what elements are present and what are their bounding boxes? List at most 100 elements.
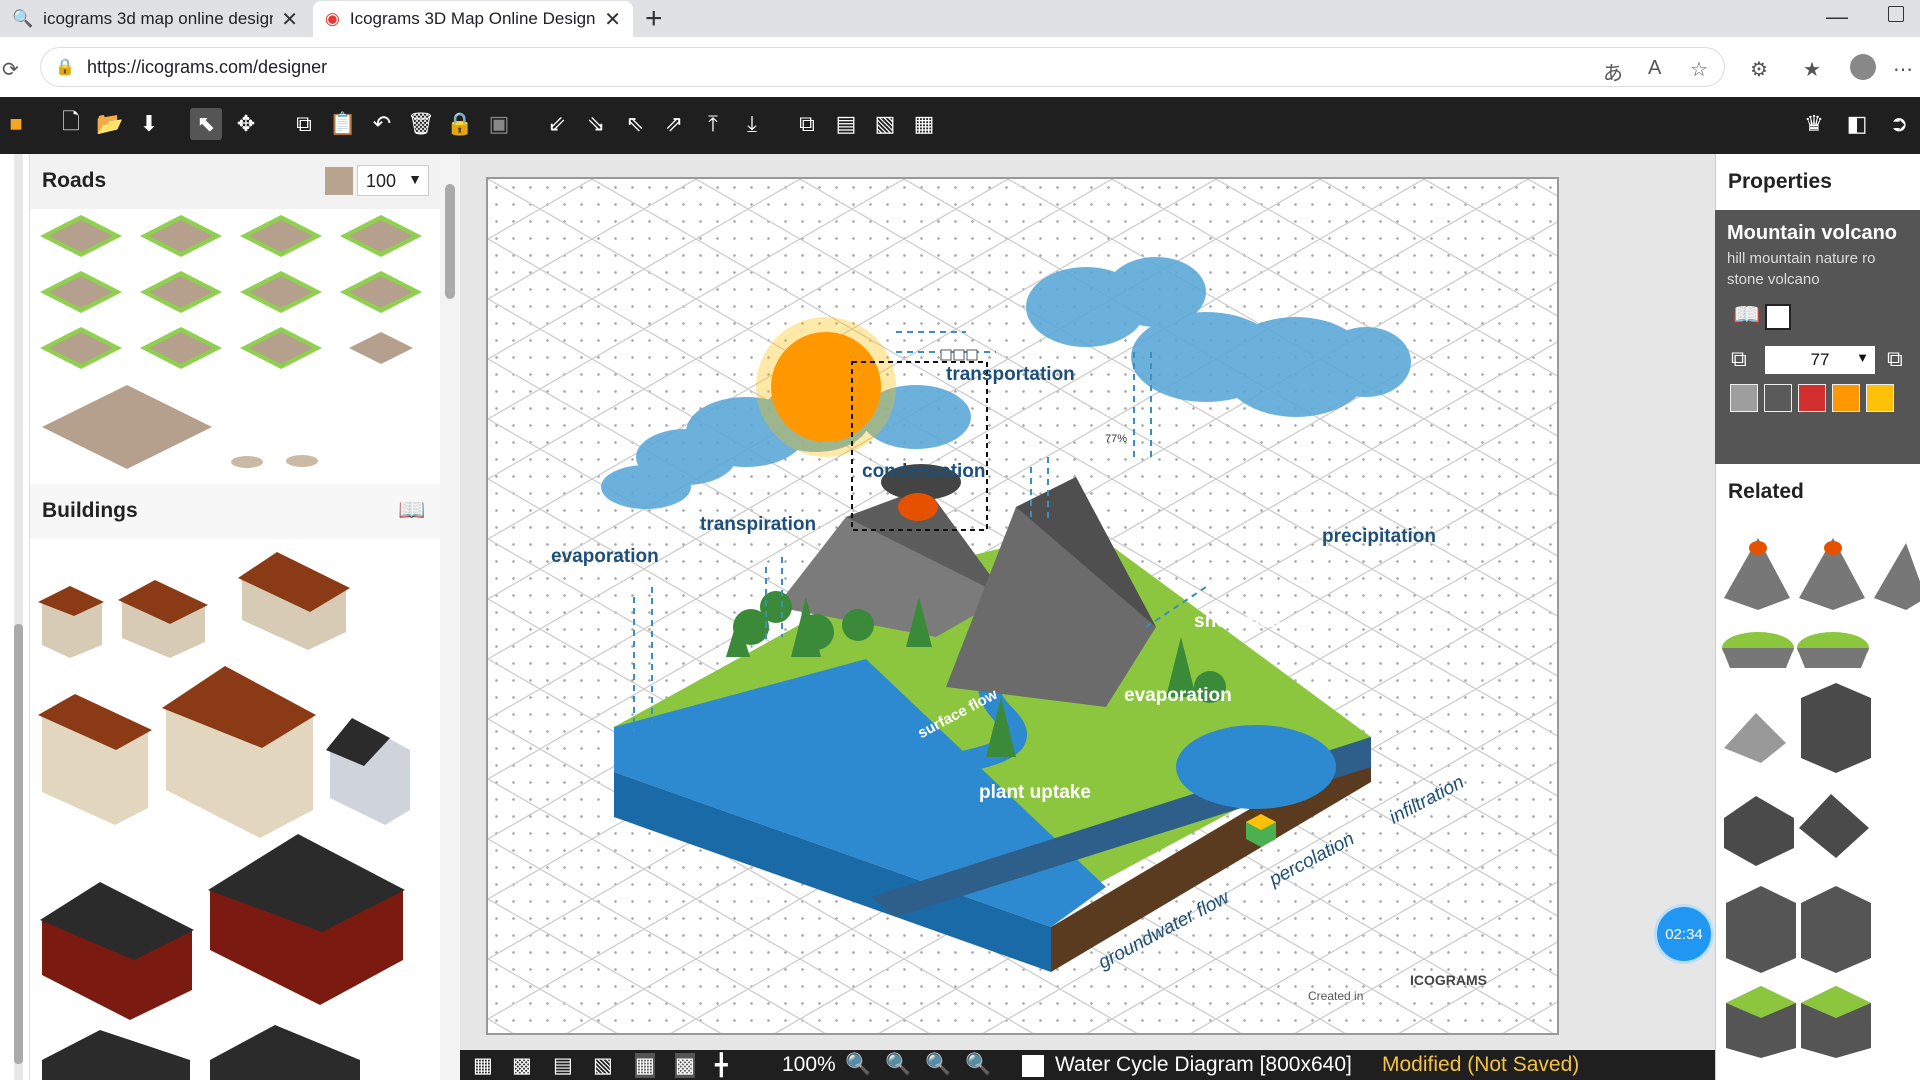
label-plant-uptake[interactable]: plant uptake xyxy=(979,782,1091,804)
grid-iso-dense-icon[interactable]: ▩ xyxy=(675,1053,695,1078)
related-mountain[interactable] xyxy=(1874,543,1920,610)
send-back-icon[interactable]: ▤ xyxy=(830,108,862,140)
building-house[interactable] xyxy=(238,552,350,650)
send-backward-icon[interactable]: ▦ xyxy=(908,108,940,140)
label-evaporation-mountain[interactable]: evaporation xyxy=(1124,685,1232,707)
library-scrollbar[interactable] xyxy=(440,154,460,1080)
stones-tile[interactable] xyxy=(231,456,263,468)
building-garage[interactable] xyxy=(38,586,104,658)
browser-tab-active[interactable]: ◉ Icograms 3D Map Online Designer ✕ xyxy=(313,1,633,37)
zoom-out-icon[interactable]: 🔍 xyxy=(965,1053,991,1077)
label-evaporation[interactable]: evaporation xyxy=(551,546,659,568)
open-folder-icon[interactable]: 📂 xyxy=(94,108,126,140)
road-tile[interactable] xyxy=(40,271,122,313)
label-transportation[interactable]: transportation xyxy=(946,364,1075,386)
related-rock-flat[interactable] xyxy=(1799,794,1869,858)
stones-tile[interactable] xyxy=(286,455,318,467)
road-tile[interactable] xyxy=(40,215,122,257)
lock-icon[interactable]: 🔒 xyxy=(444,108,476,140)
extensions-icon[interactable]: ⚙ xyxy=(1750,57,1768,82)
shrink-icon[interactable]: ⧉ xyxy=(1731,346,1747,372)
left-scrollbar[interactable] xyxy=(0,154,30,1080)
grid-cross-icon[interactable]: ╋ xyxy=(715,1053,728,1078)
road-tile[interactable] xyxy=(40,327,122,369)
related-grass-cliff[interactable] xyxy=(1801,986,1871,1058)
road-tile[interactable] xyxy=(340,215,422,257)
grid-dots-icon[interactable]: ▩ xyxy=(512,1053,532,1078)
pattern-icon[interactable] xyxy=(1765,304,1791,330)
building-house-large[interactable] xyxy=(162,666,316,838)
label-precipitation[interactable]: precipitation xyxy=(1322,526,1436,548)
document-swatch[interactable] xyxy=(1022,1055,1044,1077)
new-file-icon[interactable]: 🗋 xyxy=(55,108,87,140)
related-grass-cliff[interactable] xyxy=(1726,986,1796,1058)
select-icon[interactable]: ⬉ xyxy=(190,108,222,140)
related-volcano[interactable] xyxy=(1724,538,1790,610)
building-barn[interactable] xyxy=(40,882,194,1020)
favorite-icon[interactable]: ☆ xyxy=(1690,57,1708,82)
minimize-icon[interactable]: — xyxy=(1826,4,1848,30)
building-shed-long[interactable] xyxy=(210,1025,360,1080)
color-swatch-gray[interactable] xyxy=(1730,384,1758,412)
save-icon[interactable]: ⬇ xyxy=(133,108,165,140)
crown-icon[interactable]: ♛ xyxy=(1798,108,1830,140)
selection-handle[interactable] xyxy=(940,349,952,361)
bring-front-icon[interactable]: ⧉ xyxy=(791,108,823,140)
building-barn-large[interactable] xyxy=(208,834,405,1005)
grid-lines-icon[interactable]: ▤ xyxy=(553,1053,573,1078)
road-tile[interactable] xyxy=(140,327,222,369)
label-snowmelt[interactable]: snowmelt xyxy=(1194,611,1282,633)
related-rock-flat[interactable] xyxy=(1724,796,1794,866)
timer-badge[interactable]: 02:34 xyxy=(1654,904,1714,964)
lake[interactable] xyxy=(1176,725,1336,809)
road-tile[interactable] xyxy=(140,215,222,257)
road-tile[interactable] xyxy=(349,332,413,364)
catalog-book-icon[interactable]: 📖 xyxy=(398,497,425,523)
document-name[interactable]: Water Cycle Diagram [800x640] xyxy=(1055,1053,1352,1077)
grid-view-icon[interactable]: ▦ xyxy=(473,1053,493,1078)
close-tab-icon[interactable]: ✕ xyxy=(281,7,298,32)
align-top-icon[interactable]: ⤒ xyxy=(697,108,729,140)
related-volcano[interactable] xyxy=(1799,538,1865,610)
building-townhouse[interactable] xyxy=(326,718,410,825)
read-aloud-icon[interactable]: A xyxy=(1648,57,1661,80)
align-top-right-icon[interactable]: ⇗ xyxy=(658,108,690,140)
selection-handle[interactable] xyxy=(953,349,965,361)
building-house-small[interactable] xyxy=(118,580,208,658)
group-icon[interactable]: ▣ xyxy=(483,108,515,140)
align-bottom-left-icon[interactable]: ⇙ xyxy=(541,108,573,140)
close-tab-icon[interactable]: ✕ xyxy=(604,7,621,32)
grid-off-icon[interactable]: ▧ xyxy=(593,1053,613,1078)
delete-icon[interactable]: 🗑 xyxy=(405,108,437,140)
related-rock-block[interactable] xyxy=(1801,683,1871,773)
roads-size-select[interactable]: 100 ▼ xyxy=(357,165,429,196)
layout-icon[interactable]: ◧ xyxy=(1841,108,1873,140)
zoom-reset-icon[interactable]: 🔍 xyxy=(925,1053,951,1077)
road-tile[interactable] xyxy=(240,215,322,257)
url-field[interactable]: 🔒 https://icograms.com/designer xyxy=(40,47,1725,87)
road-tile[interactable] xyxy=(340,271,422,313)
favorites-list-icon[interactable]: ★ xyxy=(1803,57,1821,82)
related-grass-hill[interactable] xyxy=(1722,632,1794,668)
related-grass-hill[interactable] xyxy=(1797,632,1869,668)
related-rock-grass[interactable] xyxy=(1724,713,1786,763)
road-color-swatch[interactable] xyxy=(325,167,353,195)
align-bottom-right-icon[interactable]: ⇘ xyxy=(580,108,612,140)
paste-icon[interactable]: 📋 xyxy=(327,108,359,140)
selection-handle[interactable] xyxy=(966,349,978,361)
bring-forward-icon[interactable]: ▧ xyxy=(869,108,901,140)
cloud-right[interactable] xyxy=(1026,257,1411,417)
related-rock-cliff[interactable] xyxy=(1801,886,1871,973)
sun-icon[interactable] xyxy=(756,317,896,457)
profile-avatar[interactable] xyxy=(1850,54,1876,80)
grid-iso-icon[interactable]: ▦ xyxy=(635,1053,655,1078)
road-tile[interactable] xyxy=(140,271,222,313)
maximize-icon[interactable] xyxy=(1888,6,1904,22)
buildings-section-header[interactable]: Buildings xyxy=(30,484,440,539)
new-tab-icon[interactable]: + xyxy=(645,2,663,36)
color-swatch-red[interactable] xyxy=(1798,384,1826,412)
related-rock-cliff[interactable] xyxy=(1726,886,1796,973)
road-tile-large[interactable] xyxy=(42,385,212,469)
zoom-in-icon[interactable]: 🔍 xyxy=(845,1053,871,1077)
book-icon[interactable]: 📖 xyxy=(1733,302,1760,328)
